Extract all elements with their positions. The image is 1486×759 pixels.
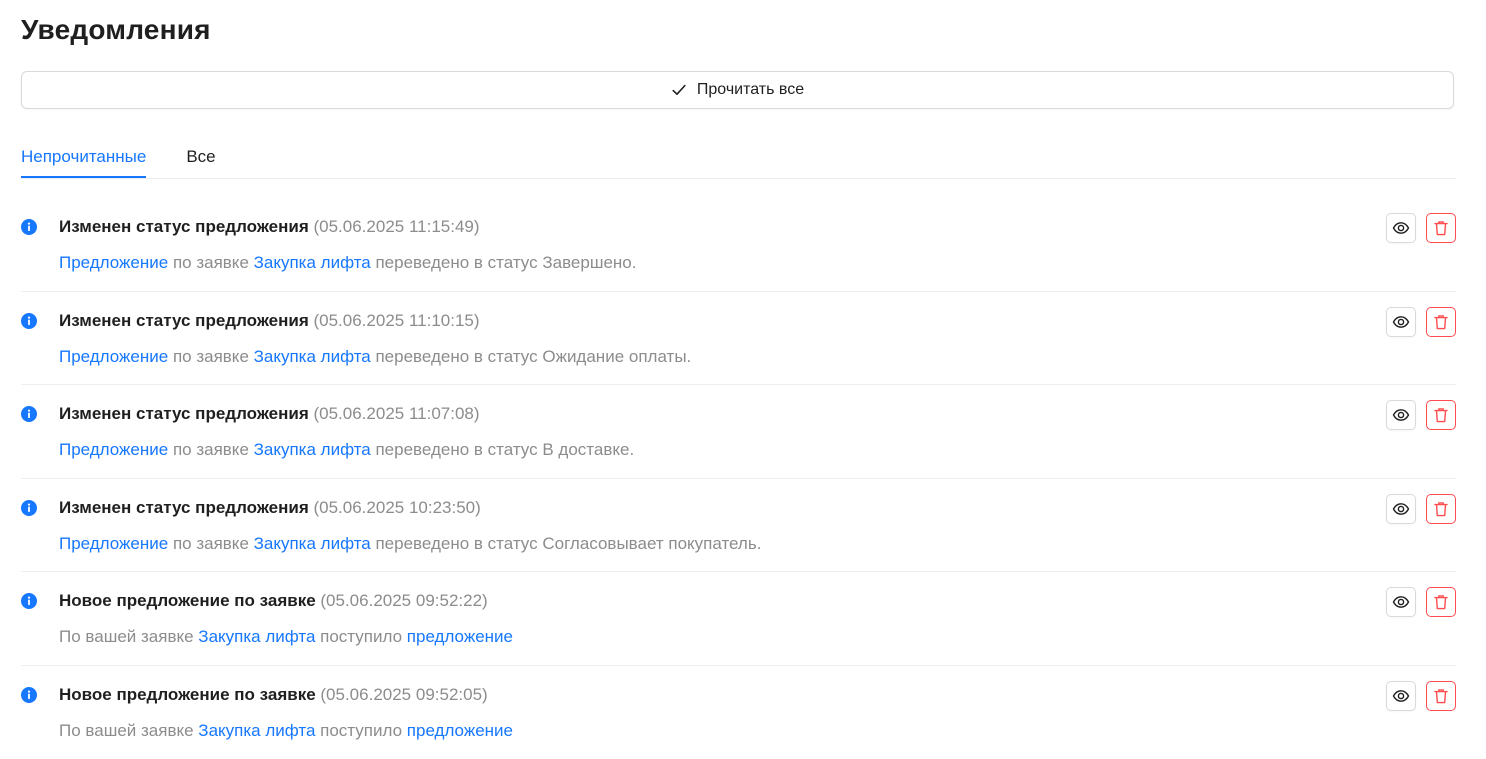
notification-item: Новое предложение по заявке (05.06.2025 … [21, 666, 1456, 759]
notification-link[interactable]: Закупка лифта [198, 721, 315, 740]
notification-message: Предложение по заявке Закупка лифта пере… [59, 253, 636, 273]
delete-button[interactable] [1426, 307, 1456, 337]
trash-icon [1432, 313, 1450, 331]
notification-link[interactable]: Закупка лифта [254, 347, 371, 366]
read-all-label: Прочитать все [697, 81, 804, 99]
notification-text: переведено в статус Ожидание оплаты. [371, 347, 692, 366]
notification-title: Новое предложение по заявке [59, 591, 316, 610]
trash-icon [1432, 219, 1450, 237]
notification-link[interactable]: предложение [407, 721, 513, 740]
tab-all[interactable]: Все [186, 140, 215, 177]
notification-item: Изменен статус предложения (05.06.2025 1… [21, 479, 1456, 573]
notification-text: по заявке [168, 534, 253, 553]
notification-message: Предложение по заявке Закупка лифта пере… [59, 347, 691, 367]
notification-time: (05.06.2025 10:23:50) [313, 498, 480, 517]
info-icon [21, 500, 37, 516]
trash-icon [1432, 500, 1450, 518]
notification-title: Изменен статус предложения [59, 498, 309, 517]
notification-link[interactable]: Предложение [59, 253, 168, 272]
info-icon [21, 687, 37, 703]
notification-link[interactable]: Закупка лифта [254, 253, 371, 272]
notification-link[interactable]: Предложение [59, 440, 168, 459]
notification-tabs: Непрочитанные Все [21, 140, 1456, 179]
notification-time: (05.06.2025 11:10:15) [313, 311, 479, 330]
notification-header: Изменен статус предложения (05.06.2025 1… [59, 498, 481, 518]
notification-message: Предложение по заявке Закупка лифта пере… [59, 534, 761, 554]
notification-message: По вашей заявке Закупка лифта поступило … [59, 721, 513, 741]
notification-text: поступило [315, 721, 406, 740]
notification-link[interactable]: Предложение [59, 347, 168, 366]
notification-header: Изменен статус предложения (05.06.2025 1… [59, 311, 480, 331]
notification-header: Новое предложение по заявке (05.06.2025 … [59, 591, 488, 611]
notification-header: Новое предложение по заявке (05.06.2025 … [59, 685, 488, 705]
info-icon [21, 593, 37, 609]
notification-text: по заявке [168, 440, 253, 459]
notification-text: По вашей заявке [59, 721, 198, 740]
delete-button[interactable] [1426, 400, 1456, 430]
view-button[interactable] [1386, 307, 1416, 337]
notification-time: (05.06.2025 09:52:05) [320, 685, 487, 704]
notification-item: Новое предложение по заявке (05.06.2025 … [21, 572, 1456, 666]
info-icon [21, 313, 37, 329]
eye-icon [1392, 593, 1410, 611]
delete-button[interactable] [1426, 587, 1456, 617]
tab-unread[interactable]: Непрочитанные [21, 140, 146, 177]
notification-link[interactable]: Закупка лифта [198, 627, 315, 646]
notification-title: Новое предложение по заявке [59, 685, 316, 704]
notification-time: (05.06.2025 11:15:49) [313, 217, 479, 236]
notification-item: Изменен статус предложения (05.06.2025 1… [21, 385, 1456, 479]
view-button[interactable] [1386, 681, 1416, 711]
notification-list: Изменен статус предложения (05.06.2025 1… [21, 198, 1456, 759]
notification-link[interactable]: Закупка лифта [254, 534, 371, 553]
view-button[interactable] [1386, 213, 1416, 243]
notification-text: по заявке [168, 253, 253, 272]
read-all-button[interactable]: Прочитать все [21, 71, 1454, 109]
notification-message: По вашей заявке Закупка лифта поступило … [59, 627, 513, 647]
page-title: Уведомления [21, 14, 211, 46]
delete-button[interactable] [1426, 681, 1456, 711]
view-button[interactable] [1386, 587, 1416, 617]
notification-text: поступило [315, 627, 406, 646]
notification-title: Изменен статус предложения [59, 217, 309, 236]
notification-time: (05.06.2025 11:07:08) [313, 404, 479, 423]
notification-text: переведено в статус Согласовывает покупа… [371, 534, 762, 553]
eye-icon [1392, 406, 1410, 424]
notifications-page: Уведомления Прочитать все Непрочитанные … [0, 0, 1486, 756]
notification-message: Предложение по заявке Закупка лифта пере… [59, 440, 634, 460]
trash-icon [1432, 406, 1450, 424]
check-icon [671, 82, 687, 98]
info-icon [21, 219, 37, 235]
eye-icon [1392, 687, 1410, 705]
notification-link[interactable]: предложение [407, 627, 513, 646]
notification-header: Изменен статус предложения (05.06.2025 1… [59, 217, 480, 237]
notification-text: переведено в статус В доставке. [371, 440, 634, 459]
eye-icon [1392, 219, 1410, 237]
delete-button[interactable] [1426, 213, 1456, 243]
notification-title: Изменен статус предложения [59, 404, 309, 423]
trash-icon [1432, 593, 1450, 611]
view-button[interactable] [1386, 400, 1416, 430]
notification-header: Изменен статус предложения (05.06.2025 1… [59, 404, 480, 424]
eye-icon [1392, 500, 1410, 518]
notification-text: По вашей заявке [59, 627, 198, 646]
notification-title: Изменен статус предложения [59, 311, 309, 330]
notification-link[interactable]: Предложение [59, 534, 168, 553]
view-button[interactable] [1386, 494, 1416, 524]
notification-text: переведено в статус Завершено. [371, 253, 637, 272]
delete-button[interactable] [1426, 494, 1456, 524]
notification-item: Изменен статус предложения (05.06.2025 1… [21, 292, 1456, 386]
info-icon [21, 406, 37, 422]
trash-icon [1432, 687, 1450, 705]
notification-item: Изменен статус предложения (05.06.2025 1… [21, 198, 1456, 292]
notification-link[interactable]: Закупка лифта [254, 440, 371, 459]
eye-icon [1392, 313, 1410, 331]
notification-text: по заявке [168, 347, 253, 366]
notification-time: (05.06.2025 09:52:22) [320, 591, 487, 610]
